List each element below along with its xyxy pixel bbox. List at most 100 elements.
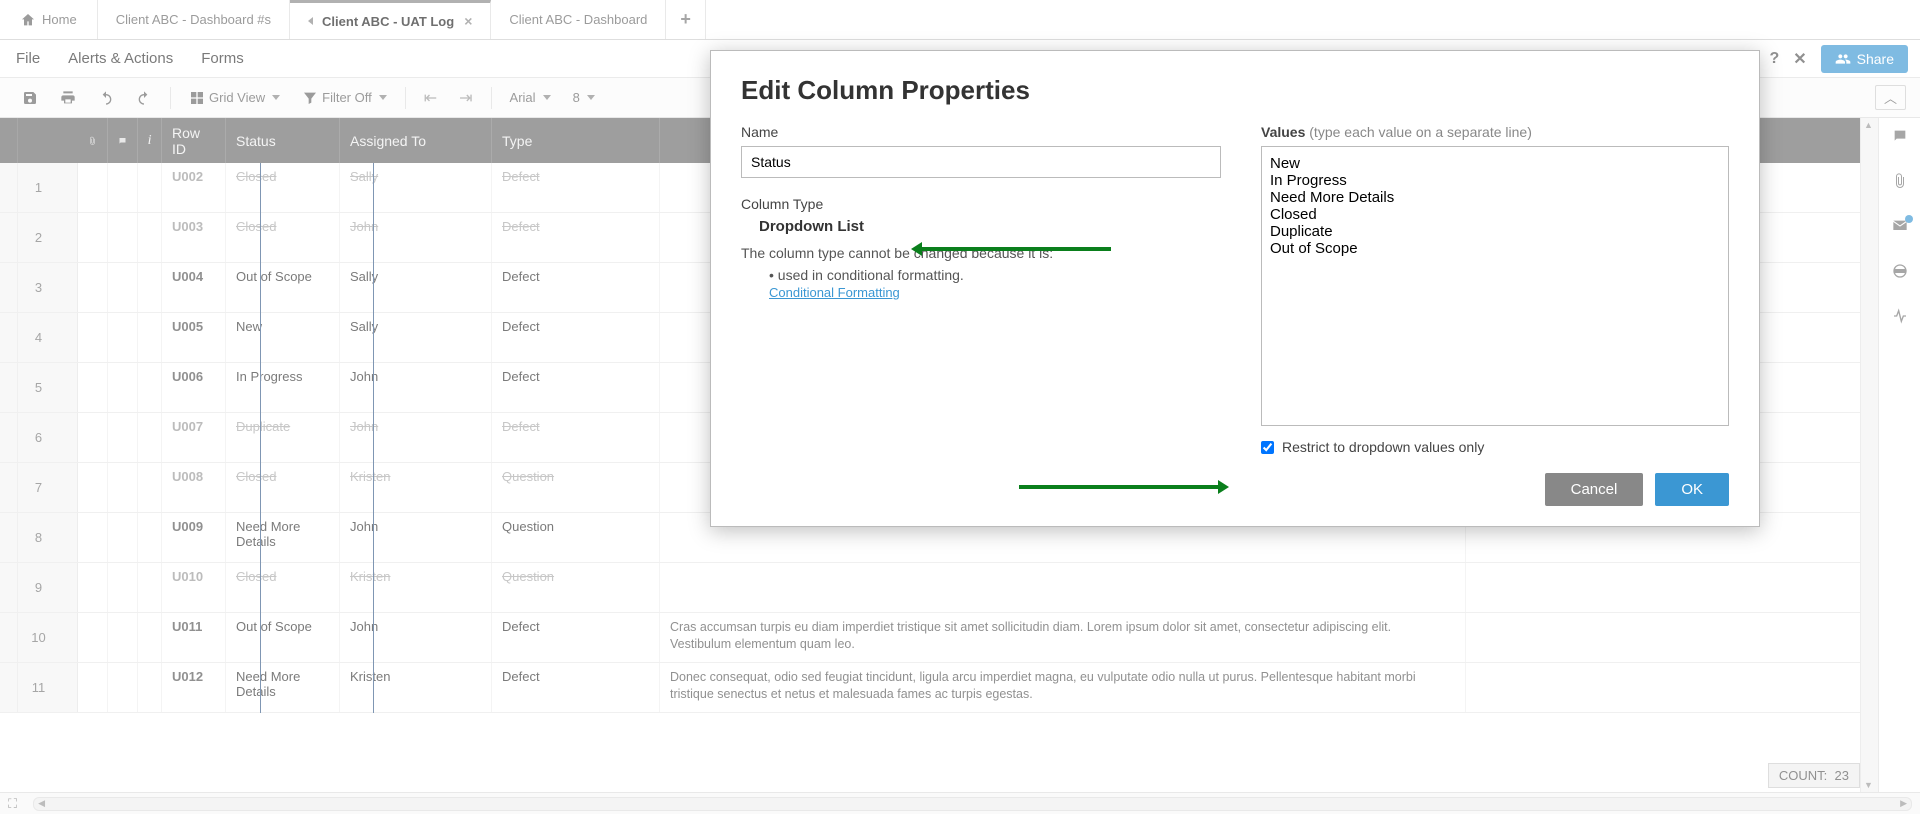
cell-attach[interactable] <box>78 463 108 512</box>
tab-add[interactable]: + <box>666 0 706 39</box>
ok-button[interactable]: OK <box>1655 473 1729 506</box>
cell-comment[interactable] <box>108 613 138 662</box>
close-icon[interactable]: × <box>464 13 472 29</box>
cell-attach[interactable] <box>78 413 108 462</box>
cell-comment[interactable] <box>108 663 138 712</box>
cell-rowid[interactable]: U006 <box>162 363 226 412</box>
cell-assigned[interactable]: John <box>340 613 492 662</box>
font-dropdown[interactable]: Arial <box>502 86 559 109</box>
cell-status[interactable]: Closed <box>226 213 340 262</box>
cell-status[interactable]: New <box>226 313 340 362</box>
restrict-checkbox[interactable] <box>1261 441 1274 454</box>
values-textarea[interactable] <box>1261 146 1729 426</box>
conditional-formatting-link[interactable]: Conditional Formatting <box>769 285 900 300</box>
cell-status[interactable]: Closed <box>226 163 340 212</box>
cell-info[interactable] <box>138 613 162 662</box>
cell-type[interactable]: Defect <box>492 663 660 712</box>
col-status[interactable]: Status <box>226 118 340 163</box>
cell-info[interactable] <box>138 663 162 712</box>
cell-rowid[interactable]: U004 <box>162 263 226 312</box>
cell-status[interactable]: Closed <box>226 463 340 512</box>
cell-assigned[interactable]: John <box>340 413 492 462</box>
fullscreen-button[interactable]: ⛶ <box>0 796 25 812</box>
cell-assigned[interactable]: Sally <box>340 163 492 212</box>
table-row[interactable]: 11U012Need More DetailsKristenDefectDone… <box>0 663 1860 713</box>
cell-rowid[interactable]: U007 <box>162 413 226 462</box>
col-rowid[interactable]: Row ID <box>162 118 226 163</box>
menu-alerts[interactable]: Alerts & Actions <box>68 50 173 67</box>
cell-status[interactable]: Out of Scope <box>226 613 340 662</box>
cell-comment[interactable] <box>108 363 138 412</box>
cell-assigned[interactable]: Kristen <box>340 463 492 512</box>
publish-icon[interactable] <box>1892 263 1908 284</box>
menu-file[interactable]: File <box>16 50 40 67</box>
cell-rowid[interactable]: U012 <box>162 663 226 712</box>
cell-comment[interactable] <box>108 213 138 262</box>
cell-type[interactable]: Defect <box>492 213 660 262</box>
activity-icon[interactable] <box>1892 308 1908 329</box>
row-number[interactable]: 3 <box>0 263 78 312</box>
cell-assigned[interactable]: Kristen <box>340 563 492 612</box>
cell-type[interactable]: Defect <box>492 313 660 362</box>
cell-assigned[interactable]: Sally <box>340 313 492 362</box>
share-button[interactable]: Share <box>1821 45 1908 73</box>
row-number[interactable]: 8 <box>0 513 78 562</box>
outdent-button[interactable]: ⇤ <box>416 84 445 112</box>
cell-attach[interactable] <box>78 513 108 562</box>
col-assigned[interactable]: Assigned To <box>340 118 492 163</box>
fontsize-dropdown[interactable]: 8 <box>565 86 603 109</box>
col-comments[interactable] <box>108 118 138 163</box>
undo-button[interactable] <box>90 86 122 110</box>
print-button[interactable] <box>52 86 84 110</box>
tab-uat-log[interactable]: Client ABC - UAT Log × <box>290 0 491 39</box>
cell-attach[interactable] <box>78 613 108 662</box>
horizontal-scrollbar[interactable]: ◀▶ <box>33 797 1912 811</box>
redo-button[interactable] <box>128 86 160 110</box>
cell-type[interactable]: Defect <box>492 413 660 462</box>
cell-type[interactable]: Defect <box>492 263 660 312</box>
cell-comment[interactable] <box>108 313 138 362</box>
cell-comment[interactable] <box>108 163 138 212</box>
cell-assigned[interactable]: Sally <box>340 263 492 312</box>
scroll-down-icon[interactable]: ▼ <box>1864 780 1873 790</box>
cell-comment[interactable] <box>108 563 138 612</box>
cell-comment[interactable] <box>108 463 138 512</box>
save-button[interactable] <box>14 86 46 110</box>
cell-attach[interactable] <box>78 163 108 212</box>
table-row[interactable]: 10U011Out of ScopeJohnDefectCras accumsa… <box>0 613 1860 663</box>
indent-button[interactable]: ⇥ <box>451 84 480 112</box>
rownum-header[interactable] <box>18 118 78 163</box>
cell-rowid[interactable]: U010 <box>162 563 226 612</box>
cell-status[interactable]: Duplicate <box>226 413 340 462</box>
cell-info[interactable] <box>138 163 162 212</box>
cell-info[interactable] <box>138 513 162 562</box>
row-number[interactable]: 11 <box>0 663 78 712</box>
cell-rowid[interactable]: U011 <box>162 613 226 662</box>
cell-info[interactable] <box>138 463 162 512</box>
cell-description[interactable]: Donec consequat, odio sed feugiat tincid… <box>660 663 1466 712</box>
cell-rowid[interactable]: U009 <box>162 513 226 562</box>
row-number[interactable]: 4 <box>0 313 78 362</box>
cell-rowid[interactable]: U005 <box>162 313 226 362</box>
col-info[interactable]: i <box>138 118 162 163</box>
cell-info[interactable] <box>138 563 162 612</box>
cell-comment[interactable] <box>108 263 138 312</box>
menu-forms[interactable]: Forms <box>201 50 244 67</box>
cell-assigned[interactable]: John <box>340 213 492 262</box>
cell-description[interactable] <box>660 563 1466 612</box>
cell-status[interactable]: Closed <box>226 563 340 612</box>
cell-assigned[interactable]: John <box>340 513 492 562</box>
help-icon[interactable]: ? <box>1769 50 1779 68</box>
cell-info[interactable] <box>138 413 162 462</box>
collapse-toolbar-button[interactable]: ︿ <box>1875 85 1906 110</box>
cell-type[interactable]: Question <box>492 563 660 612</box>
cell-rowid[interactable]: U002 <box>162 163 226 212</box>
tab-dashboard-s[interactable]: Client ABC - Dashboard #s <box>98 0 290 39</box>
cell-attach[interactable] <box>78 313 108 362</box>
row-number[interactable]: 5 <box>0 363 78 412</box>
cell-status[interactable]: In Progress <box>226 363 340 412</box>
column-name-input[interactable] <box>741 146 1221 178</box>
cell-attach[interactable] <box>78 363 108 412</box>
grid-view-dropdown[interactable]: Grid View <box>181 86 288 110</box>
close-sheet-icon[interactable]: ✕ <box>1793 49 1806 69</box>
